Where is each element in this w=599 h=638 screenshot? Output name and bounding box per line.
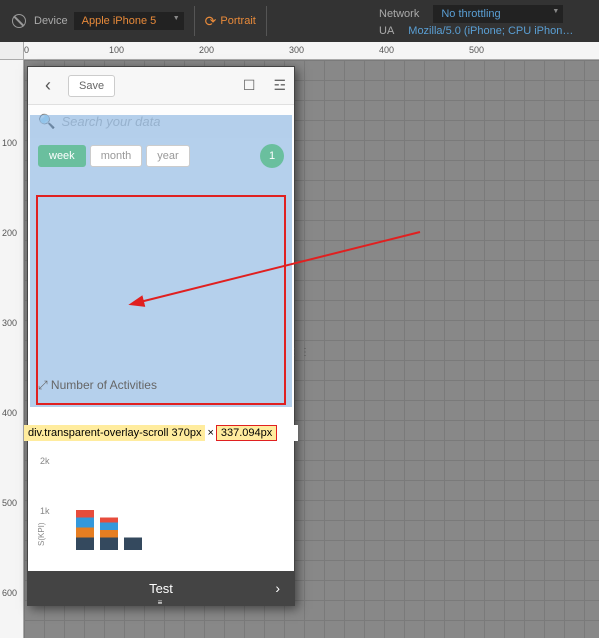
ruler-tick: 300: [289, 45, 304, 55]
annotation-box-2: 337.094px: [216, 425, 277, 441]
tooltip-width: 370px: [171, 427, 201, 439]
resize-handle-icon[interactable]: ⋮⋮: [290, 336, 300, 368]
ua-value[interactable]: Mozilla/5.0 (iPhone; CPU iPhon…: [408, 25, 573, 37]
tooltip-sep: ×: [205, 425, 215, 441]
search-placeholder: Search your data: [61, 114, 160, 129]
toolbar-right: Network No throttling UA Mozilla/5.0 (iP…: [379, 3, 599, 39]
ruler-tick: 300: [2, 318, 17, 328]
ruler-tick: 200: [2, 228, 17, 238]
network-select[interactable]: No throttling: [433, 5, 563, 23]
app-header: ‹ Save ☐ ☲: [28, 67, 294, 105]
rotate-icon[interactable]: ⟳: [205, 13, 217, 30]
tab-week[interactable]: week: [38, 145, 86, 167]
device-frame: ‹ Save ☐ ☲ 🔍 Search your data week month…: [27, 66, 295, 606]
ruler-tick: 400: [2, 408, 17, 418]
ruler-tick: 200: [199, 45, 214, 55]
devtools-toolbar: Device Apple iPhone 5 ⟳ Portrait Network…: [0, 0, 599, 42]
period-tabs: week month year 1: [28, 138, 294, 174]
ruler-tick: 400: [379, 45, 394, 55]
ruler-tick: 500: [2, 498, 17, 508]
chevron-right-icon: ›: [275, 580, 280, 596]
save-button[interactable]: Save: [68, 75, 115, 97]
toolbar-left: Device Apple iPhone 5 ⟳ Portrait: [0, 6, 379, 36]
orientation-value[interactable]: Portrait: [220, 15, 255, 27]
drag-handle-icon[interactable]: ≡: [141, 598, 181, 606]
chart-title: ⤢ Number of Activities: [28, 374, 294, 397]
tab-month[interactable]: month: [90, 145, 143, 167]
no-entry-icon[interactable]: [12, 14, 26, 28]
tooltip-selector: div.transparent-overlay-scroll: [28, 427, 168, 439]
search-icon: 🔍: [38, 113, 55, 130]
ruler-tick: 500: [469, 45, 484, 55]
bookmark-icon[interactable]: ☐: [243, 77, 256, 94]
ruler-tick: 0: [24, 45, 29, 55]
ruler-vertical: 100 200 300 400 500 600: [0, 60, 24, 638]
list-icon[interactable]: ☲: [273, 77, 286, 94]
ruler-corner: [0, 42, 24, 60]
inspector-tooltip: div.transparent-overlay-scroll 370px × 3…: [24, 425, 298, 441]
y-axis-label: S(KPI): [37, 522, 46, 546]
canvas: 0 100 200 300 400 500 100 200 300 400 50…: [0, 42, 599, 638]
ruler-tick: 600: [2, 588, 17, 598]
ua-label: UA: [379, 25, 394, 37]
tab-year[interactable]: year: [146, 145, 189, 167]
search-row[interactable]: 🔍 Search your data: [28, 105, 294, 138]
device-select[interactable]: Apple iPhone 5: [74, 12, 184, 30]
ruler-tick: 100: [2, 138, 17, 148]
ytick: 1k: [40, 506, 50, 516]
bar-chart: 2k 1k S(KPI): [36, 449, 286, 561]
network-label: Network: [379, 8, 419, 20]
bottom-label: Test: [149, 581, 173, 596]
ruler-tick: 100: [109, 45, 124, 55]
count-badge[interactable]: 1: [260, 144, 284, 168]
ruler-horizontal: 0 100 200 300 400 500: [24, 42, 599, 60]
back-button[interactable]: ‹: [36, 74, 60, 98]
chart-area: 2k 1k S(KPI): [28, 445, 294, 565]
device-label: Device: [34, 15, 68, 27]
ytick: 2k: [40, 456, 50, 466]
